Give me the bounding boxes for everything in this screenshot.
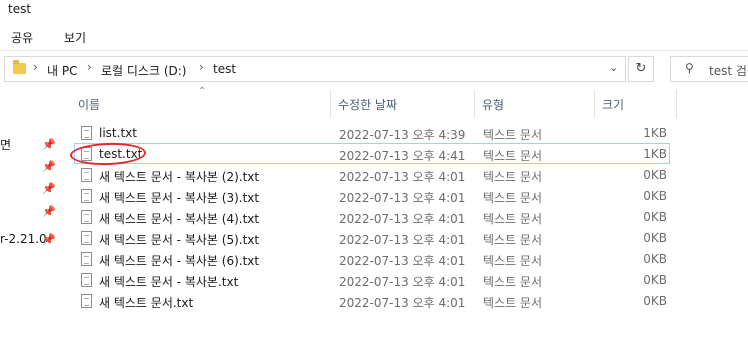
pin-icon[interactable]: 📌: [42, 233, 56, 246]
file-name: 새 텍스트 문서 - 복사본 (4).txt: [99, 212, 260, 226]
file-name: 새 텍스트 문서 - 복사본 (2).txt: [99, 170, 260, 184]
text-file-icon: [81, 273, 92, 287]
address-bar[interactable]: › 내 PC › 로컬 디스크 (D:) › test ⌄: [4, 56, 626, 82]
file-type: 텍스트 문서: [483, 128, 543, 142]
column-divider[interactable]: [474, 90, 475, 118]
search-icon: ⚲: [685, 61, 694, 75]
file-size: 0KB: [643, 168, 667, 182]
file-type: 텍스트 문서: [483, 254, 543, 268]
column-header-row: ⌃ 이름 수정한 날짜 유형 크기: [72, 86, 748, 118]
file-row[interactable]: 새 텍스트 문서 - 복사본.txt 2022-07-13 오후 4:01 텍스트 …: [74, 269, 670, 290]
sort-ascending-icon: ⌃: [198, 86, 207, 97]
file-date: 2022-07-13 오후 4:01: [339, 170, 466, 184]
file-size: 0KB: [643, 273, 667, 287]
tab-share[interactable]: 공유: [11, 29, 33, 46]
file-row[interactable]: 새 텍스트 문서 - 복사본 (4).txt 2022-07-13 오후 4:01…: [74, 206, 670, 227]
file-row[interactable]: 새 텍스트 문서 - 복사본 (5).txt 2022-07-13 오후 4:01…: [74, 227, 670, 248]
file-row[interactable]: 새 텍스트 문서 - 복사본 (2).txt 2022-07-13 오후 4:01…: [74, 164, 670, 185]
pin-icon[interactable]: 📌: [42, 138, 56, 151]
file-name: list.txt: [99, 126, 137, 140]
breadcrumb-local-disk[interactable]: 로컬 디스크 (D:): [101, 62, 186, 79]
file-row[interactable]: test.txt 2022-07-13 오후 4:41 텍스트 문서 1KB: [74, 143, 670, 164]
text-file-icon: [81, 189, 92, 203]
file-size: 0KB: [643, 252, 667, 266]
file-date: 2022-07-13 오후 4:39: [339, 128, 466, 142]
file-date: 2022-07-13 오후 4:01: [339, 254, 466, 268]
file-name: 새 텍스트 문서 - 복사본 (6).txt: [99, 254, 260, 268]
breadcrumb-separator[interactable]: ›: [199, 60, 204, 74]
text-file-icon: [81, 231, 92, 245]
file-name: 새 텍스트 문서.txt: [99, 296, 194, 310]
text-file-icon: [81, 168, 92, 182]
column-divider[interactable]: [330, 90, 331, 118]
file-size: 0KB: [643, 294, 667, 308]
text-file-icon: [81, 294, 92, 308]
file-date: 2022-07-13 오후 4:01: [339, 212, 466, 226]
file-date: 2022-07-13 오후 4:01: [339, 296, 466, 310]
file-type: 텍스트 문서: [483, 191, 543, 205]
file-size: 1KB: [643, 126, 667, 140]
nav-item-label[interactable]: r-2.21.0: [0, 232, 47, 246]
file-size: 0KB: [643, 189, 667, 203]
column-header-size[interactable]: 크기: [602, 96, 624, 113]
pin-icon[interactable]: 📌: [42, 182, 56, 195]
window-title: test: [8, 2, 32, 16]
breadcrumb-separator[interactable]: ›: [87, 60, 92, 74]
text-file-icon: [81, 252, 92, 266]
file-name: 새 텍스트 문서 - 복사본 (3).txt: [99, 191, 260, 205]
file-date: 2022-07-13 오후 4:41: [339, 149, 466, 163]
search-input[interactable]: ⚲ test 검색: [670, 56, 748, 82]
nav-item-label[interactable]: 면: [0, 136, 11, 153]
file-size: 0KB: [643, 231, 667, 245]
folder-icon: [13, 60, 26, 74]
breadcrumb-test[interactable]: test: [213, 62, 236, 76]
pin-icon[interactable]: 📌: [42, 205, 56, 218]
column-divider[interactable]: [594, 90, 595, 118]
file-type: 텍스트 문서: [483, 233, 543, 247]
column-header-date[interactable]: 수정한 날짜: [338, 96, 397, 113]
pin-icon[interactable]: 📌: [42, 160, 56, 173]
refresh-button[interactable]: ↻: [628, 56, 654, 82]
file-date: 2022-07-13 오후 4:01: [339, 233, 466, 247]
ribbon: 공유 보기: [0, 22, 748, 51]
file-type: 텍스트 문서: [483, 149, 543, 163]
file-type: 텍스트 문서: [483, 275, 543, 289]
file-row[interactable]: 새 텍스트 문서.txt 2022-07-13 오후 4:01 텍스트 문서 0KB: [74, 290, 670, 311]
file-name: 새 텍스트 문서 - 복사본 (5).txt: [99, 233, 260, 247]
file-row[interactable]: 새 텍스트 문서 - 복사본 (3).txt 2022-07-13 오후 4:01…: [74, 185, 670, 206]
file-size: 0KB: [643, 210, 667, 224]
file-name: 새 텍스트 문서 - 복사본.txt: [99, 275, 239, 289]
search-placeholder: test 검색: [709, 64, 748, 78]
text-file-icon: [81, 210, 92, 224]
breadcrumb-this-pc[interactable]: 내 PC: [47, 62, 77, 79]
text-file-icon: [81, 126, 92, 140]
file-type: 텍스트 문서: [483, 170, 543, 184]
file-row[interactable]: 새 텍스트 문서 - 복사본 (6).txt 2022-07-13 오후 4:01…: [74, 248, 670, 269]
navigation-pane: 면 📌 📌 📌 📌 r-2.21.0 📌: [0, 88, 60, 344]
column-divider[interactable]: [676, 90, 677, 118]
breadcrumb-separator[interactable]: ›: [33, 60, 38, 74]
file-date: 2022-07-13 오후 4:01: [339, 275, 466, 289]
file-size: 1KB: [643, 147, 667, 161]
file-date: 2022-07-13 오후 4:01: [339, 191, 466, 205]
column-header-type[interactable]: 유형: [482, 96, 504, 113]
chevron-down-icon[interactable]: ⌄: [609, 61, 618, 74]
refresh-icon: ↻: [635, 61, 647, 76]
title-bar: test: [0, 0, 748, 22]
file-type: 텍스트 문서: [483, 296, 543, 310]
file-row[interactable]: list.txt 2022-07-13 오후 4:39 텍스트 문서 1KB: [74, 122, 670, 143]
tab-view[interactable]: 보기: [64, 29, 86, 46]
file-type: 텍스트 문서: [483, 212, 543, 226]
column-header-name[interactable]: 이름: [78, 96, 100, 113]
